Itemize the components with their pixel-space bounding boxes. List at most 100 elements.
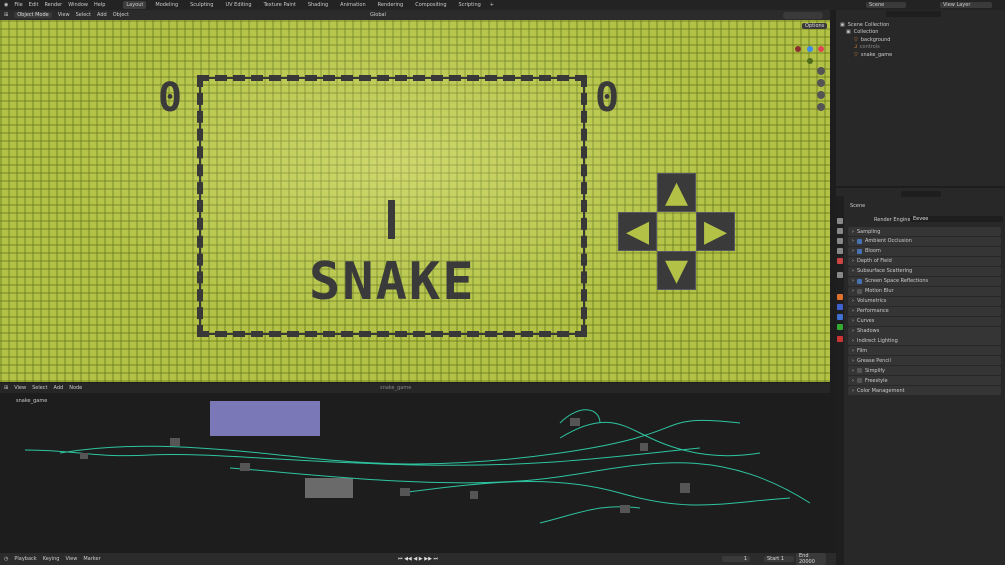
view-layer-selector[interactable]: View Layer bbox=[940, 2, 992, 8]
current-frame-field[interactable]: 1 bbox=[722, 556, 750, 562]
properties-search[interactable] bbox=[901, 191, 941, 197]
panel-label: Depth of Field bbox=[857, 258, 892, 264]
node-tree-selector[interactable]: snake_game bbox=[380, 385, 411, 391]
3d-viewport[interactable]: Options 0 0 SNAKE ▲ ◀ ▶ ▼ bbox=[0, 20, 830, 382]
timeline-menu-marker[interactable]: Marker bbox=[83, 556, 100, 562]
score-right: 0 bbox=[595, 78, 619, 118]
editor-type-icon[interactable]: ⊞ bbox=[4, 12, 8, 18]
outliner-item-controls[interactable]: ⅃controls bbox=[840, 44, 1000, 52]
pan-hand-icon[interactable] bbox=[817, 79, 825, 87]
tab-texture-paint[interactable]: Texture Paint bbox=[261, 1, 299, 9]
panel-volumetrics[interactable]: ›Volumetrics bbox=[848, 297, 1001, 306]
panel-checkbox[interactable] bbox=[857, 368, 862, 373]
tab-layout[interactable]: Layout bbox=[123, 1, 146, 9]
node-graph bbox=[0, 393, 830, 553]
timeline-menu-playback[interactable]: Playback bbox=[14, 556, 36, 562]
outliner-item-background[interactable]: ▽background bbox=[840, 36, 1000, 44]
end-frame-field[interactable]: End 20000 bbox=[796, 553, 826, 565]
panel-checkbox[interactable] bbox=[857, 239, 862, 244]
editor-type-icon[interactable]: ⊞ bbox=[4, 385, 8, 391]
node-menu-select[interactable]: Select bbox=[32, 385, 47, 391]
panel-screen-space-reflections[interactable]: ›Screen Space Reflections bbox=[848, 277, 1001, 286]
panel-checkbox[interactable] bbox=[857, 279, 862, 284]
panel-checkbox[interactable] bbox=[857, 378, 862, 383]
node-menu-view[interactable]: View bbox=[14, 385, 26, 391]
menu-help[interactable]: Help bbox=[94, 2, 105, 8]
node-editor[interactable]: snake_game bbox=[0, 393, 830, 553]
context-scene: Scene bbox=[850, 203, 865, 209]
menu-render[interactable]: Render bbox=[44, 2, 62, 8]
panel-ambient-occlusion[interactable]: ›Ambient Occlusion bbox=[848, 237, 1001, 246]
start-frame-field[interactable]: Start 1 bbox=[764, 556, 794, 562]
tab-uv-editing[interactable]: UV Editing bbox=[222, 1, 254, 9]
dpad-right-button[interactable]: ▶ bbox=[696, 212, 735, 251]
panel-subsurface-scattering[interactable]: ›Subsurface Scattering bbox=[848, 267, 1001, 276]
tab-sculpting[interactable]: Sculpting bbox=[187, 1, 216, 9]
add-workspace-icon[interactable]: + bbox=[490, 2, 494, 8]
blender-logo-icon[interactable]: ◉ bbox=[4, 2, 8, 8]
tab-animation[interactable]: Animation bbox=[337, 1, 369, 9]
collection-row[interactable]: ▣Collection bbox=[840, 29, 1000, 37]
panel-freestyle[interactable]: ›Freestyle bbox=[848, 376, 1001, 385]
chevron-right-icon: › bbox=[852, 338, 854, 344]
dpad-left-button[interactable]: ◀ bbox=[618, 212, 657, 251]
panel-film[interactable]: ›Film bbox=[848, 346, 1001, 355]
panel-label: Indirect Lighting bbox=[857, 338, 898, 344]
node-menu-node[interactable]: Node bbox=[69, 385, 82, 391]
outliner-search[interactable] bbox=[886, 11, 941, 17]
game-title: SNAKE bbox=[309, 256, 476, 308]
panel-grease-pencil[interactable]: ›Grease Pencil bbox=[848, 356, 1001, 365]
mode-selector[interactable]: Object Mode bbox=[14, 12, 52, 18]
outliner: ▣Scene Collection ▣Collection ▽backgroun… bbox=[836, 10, 1005, 186]
chevron-right-icon: › bbox=[852, 368, 854, 374]
timeline-menu-view[interactable]: View bbox=[65, 556, 77, 562]
menu-select[interactable]: Select bbox=[76, 12, 91, 18]
render-engine-select[interactable]: Eevee bbox=[910, 216, 1003, 222]
editor-type-icon[interactable]: ◷ bbox=[4, 556, 8, 562]
shading-buttons[interactable] bbox=[783, 12, 823, 19]
panel-indirect-lighting[interactable]: ›Indirect Lighting bbox=[848, 336, 1001, 345]
panel-performance[interactable]: ›Performance bbox=[848, 307, 1001, 316]
panel-sampling[interactable]: ›Sampling bbox=[848, 227, 1001, 236]
menu-view[interactable]: View bbox=[58, 12, 70, 18]
chevron-right-icon: › bbox=[852, 358, 854, 364]
playback-controls[interactable]: ⏮ ◀◀ ◀ ▶ ▶▶ ⏭ bbox=[398, 556, 438, 562]
dpad-down-button[interactable]: ▼ bbox=[657, 251, 696, 290]
tab-modeling[interactable]: Modeling bbox=[152, 1, 181, 9]
grid-icon[interactable] bbox=[817, 103, 825, 111]
chevron-right-icon: › bbox=[852, 328, 854, 334]
outliner-item-snake-game[interactable]: ▽snake_game bbox=[840, 51, 1000, 59]
camera-icon[interactable] bbox=[817, 91, 825, 99]
panel-shadows[interactable]: ›Shadows bbox=[848, 327, 1001, 336]
snake-body bbox=[388, 200, 395, 239]
properties-tabs[interactable] bbox=[836, 196, 844, 565]
panel-motion-blur[interactable]: ›Motion Blur bbox=[848, 287, 1001, 296]
tab-rendering[interactable]: Rendering bbox=[375, 1, 407, 9]
panel-label: Sampling bbox=[857, 229, 880, 235]
navigation-gizmo[interactable] bbox=[795, 44, 825, 64]
node-menu-add[interactable]: Add bbox=[54, 385, 64, 391]
menu-object[interactable]: Object bbox=[113, 12, 129, 18]
menu-file[interactable]: File bbox=[14, 2, 22, 8]
panel-simplify[interactable]: ›Simplify bbox=[848, 366, 1001, 375]
panel-depth-of-field[interactable]: ›Depth of Field bbox=[848, 257, 1001, 266]
render-engine-label: Render Engine bbox=[874, 217, 911, 223]
menu-add[interactable]: Add bbox=[97, 12, 107, 18]
options-button[interactable]: Options bbox=[802, 23, 827, 29]
scene-selector[interactable]: Scene bbox=[866, 2, 906, 8]
timeline-menu-keying[interactable]: Keying bbox=[43, 556, 60, 562]
panel-checkbox[interactable] bbox=[857, 249, 862, 254]
panel-color-management[interactable]: ›Color Management bbox=[848, 386, 1001, 395]
orientation-selector[interactable]: Global bbox=[370, 12, 386, 18]
tab-shading[interactable]: Shading bbox=[305, 1, 331, 9]
tab-compositing[interactable]: Compositing bbox=[412, 1, 449, 9]
dpad-up-button[interactable]: ▲ bbox=[657, 173, 696, 212]
panel-curves[interactable]: ›Curves bbox=[848, 317, 1001, 326]
menu-edit[interactable]: Edit bbox=[29, 2, 39, 8]
panel-bloom[interactable]: ›Bloom bbox=[848, 247, 1001, 256]
scene-collection-row[interactable]: ▣Scene Collection bbox=[840, 21, 1000, 29]
zoom-icon[interactable] bbox=[817, 67, 825, 75]
menu-window[interactable]: Window bbox=[68, 2, 88, 8]
tab-scripting[interactable]: Scripting bbox=[456, 1, 484, 9]
panel-checkbox[interactable] bbox=[857, 289, 862, 294]
